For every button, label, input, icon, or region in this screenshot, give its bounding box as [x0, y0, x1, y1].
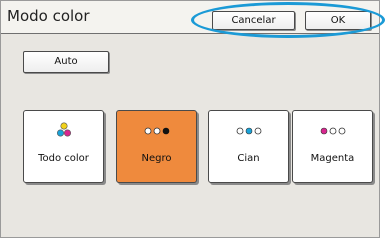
- color-mode-screen: Modo color Cancelar OK Auto Todo color N…: [0, 0, 385, 238]
- mode-button-cian[interactable]: Cian: [208, 110, 289, 183]
- full-color-dots-icon: [24, 122, 103, 139]
- mode-label-todo-color: Todo color: [38, 153, 89, 164]
- cancel-button[interactable]: Cancelar: [212, 11, 295, 30]
- mode-button-todo-color[interactable]: Todo color: [23, 110, 104, 183]
- black-dots-icon: [117, 123, 196, 139]
- mode-button-magenta[interactable]: Magenta: [292, 110, 373, 183]
- mode-label-cian: Cian: [237, 153, 260, 164]
- ok-button[interactable]: OK: [305, 11, 371, 30]
- title-bar: Modo color Cancelar OK: [1, 1, 379, 34]
- auto-button[interactable]: Auto: [23, 51, 109, 73]
- page-title: Modo color: [7, 7, 90, 25]
- magenta-dots-icon: [293, 123, 372, 139]
- mode-button-negro[interactable]: Negro: [116, 110, 197, 183]
- mode-label-magenta: Magenta: [310, 153, 355, 164]
- mode-label-negro: Negro: [141, 153, 172, 164]
- cyan-dots-icon: [209, 123, 288, 139]
